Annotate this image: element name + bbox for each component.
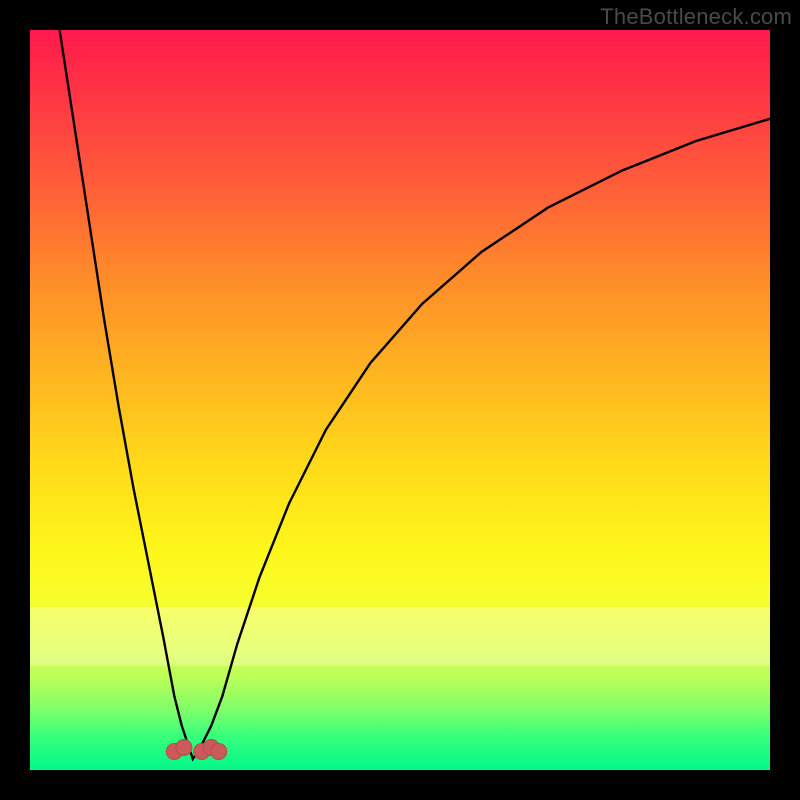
- chart-plot-area: [30, 30, 770, 770]
- watermark-text: TheBottleneck.com: [600, 4, 792, 30]
- base-bump: [176, 740, 192, 756]
- curve-path: [60, 30, 770, 759]
- base-bumps: [166, 740, 226, 760]
- bottleneck-curve-svg: [30, 30, 770, 770]
- base-bump: [211, 744, 227, 760]
